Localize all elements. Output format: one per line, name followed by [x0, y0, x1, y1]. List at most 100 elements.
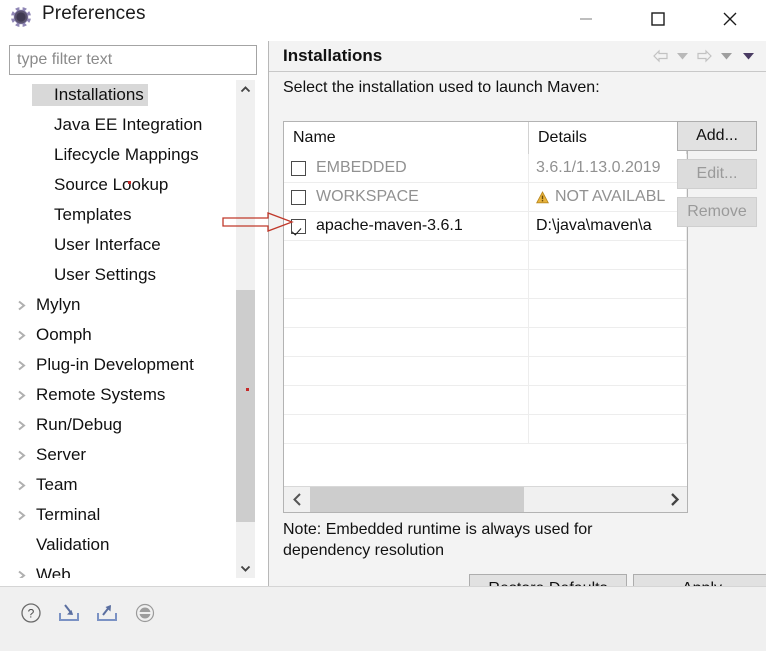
table-action-buttons: Add... Edit... Remove [677, 121, 757, 235]
sidebar-item-label: Lifecycle Mappings [54, 145, 199, 164]
table-cell-empty [529, 270, 687, 298]
edit-button: Edit... [677, 159, 757, 189]
sidebar-item-team[interactable]: Team [2, 470, 238, 500]
sidebar-item-installations[interactable]: Installations [2, 80, 238, 110]
table-row-empty [284, 299, 687, 328]
sidebar-item-lifecycle-mappings[interactable]: Lifecycle Mappings [2, 140, 238, 170]
chevron-right-icon[interactable] [10, 329, 32, 342]
circle-icon[interactable] [132, 600, 158, 626]
import-icon[interactable] [56, 600, 82, 626]
table-cell-name: WORKSPACE [284, 183, 529, 211]
back-dropdown-icon[interactable] [672, 46, 692, 66]
row-checkbox[interactable] [291, 189, 306, 205]
scroll-left-icon[interactable] [284, 487, 310, 512]
chevron-right-icon[interactable] [10, 419, 32, 432]
preferences-tree[interactable]: Installations Java EE Integration Lifecycl… [2, 80, 257, 578]
forward-dropdown-icon[interactable] [716, 46, 736, 66]
export-icon[interactable] [94, 600, 120, 626]
installation-details: 3.6.1/1.13.0.2019 [536, 159, 661, 176]
scroll-up-icon[interactable] [236, 80, 255, 99]
sidebar-item-mylyn[interactable]: Mylyn [2, 290, 238, 320]
sidebar-item-remote-systems[interactable]: Remote Systems [2, 380, 238, 410]
page-navigation [650, 46, 758, 66]
table-row-empty [284, 357, 687, 386]
table-cell-name: apache-maven-3.6.1 [284, 212, 529, 240]
hscroll-thumb[interactable] [310, 487, 524, 512]
tree-vertical-scrollbar[interactable] [236, 80, 255, 578]
chevron-right-icon[interactable] [10, 569, 32, 578]
chevron-right-icon[interactable] [10, 299, 32, 312]
chevron-right-icon[interactable] [10, 359, 32, 372]
back-arrow-icon[interactable] [650, 46, 670, 66]
installation-name: apache-maven-3.6.1 [316, 217, 463, 234]
table-cell-empty [284, 357, 529, 385]
sidebar-item-source-lookup[interactable]: Source Lookup [2, 170, 238, 200]
installation-details: NOT AVAILABL [555, 188, 666, 205]
sidebar-item-server[interactable]: Server [2, 440, 238, 470]
table-row-empty [284, 328, 687, 357]
footer-icons: ? [18, 600, 158, 626]
table-row[interactable]: apache-maven-3.6.1 D:\java\maven\a [284, 212, 687, 241]
page-description: Select the installation used to launch M… [283, 79, 600, 96]
column-header-details[interactable]: Details [529, 122, 687, 154]
sidebar-item-templates[interactable]: Templates [2, 200, 238, 230]
preferences-dialog: Preferences type filter text Installatio… [0, 0, 766, 651]
sidebar-item-label: Web [36, 565, 71, 578]
sidebar-item-user-interface[interactable]: User Interface [2, 230, 238, 260]
sidebar-item-run-debug[interactable]: Run/Debug [2, 410, 238, 440]
table-cell-empty [529, 328, 687, 356]
table-row[interactable]: EMBEDDED 3.6.1/1.13.0.2019 [284, 154, 687, 183]
sidebar-item-validation[interactable]: Validation [2, 530, 238, 560]
page-header: Installations [269, 41, 766, 72]
scroll-down-icon[interactable] [236, 559, 255, 578]
table-cell-empty [529, 415, 687, 443]
sidebar-item-web[interactable]: Web [2, 560, 238, 578]
chevron-right-icon[interactable] [10, 389, 32, 402]
table-row[interactable]: WORKSPACE NOT AVAILABL [284, 183, 687, 212]
sidebar-item-label: User Settings [54, 265, 157, 284]
sidebar-item-terminal[interactable]: Terminal [2, 500, 238, 530]
sidebar-item-plug-in-development[interactable]: Plug-in Development [2, 350, 238, 380]
installation-details: D:\java\maven\a [536, 217, 652, 234]
chevron-right-icon[interactable] [10, 449, 32, 462]
sidebar-item-label: Mylyn [36, 295, 81, 314]
chevron-right-icon[interactable] [10, 479, 32, 492]
table-cell-details: 3.6.1/1.13.0.2019 [529, 154, 687, 182]
sidebar-item-oomph[interactable]: Oomph [2, 320, 238, 350]
chevron-right-icon[interactable] [10, 509, 32, 522]
sidebar-item-label: Installations [32, 84, 148, 106]
search-input-placeholder: type filter text [17, 51, 113, 68]
scroll-right-icon[interactable] [661, 487, 687, 512]
hscroll-track[interactable] [310, 487, 661, 512]
column-header-name[interactable]: Name [284, 122, 529, 154]
scrollbar-thumb[interactable] [236, 290, 255, 522]
sidebar-item-java-ee-integration[interactable]: Java EE Integration [2, 110, 238, 140]
title-bar: Preferences [0, 0, 766, 38]
search-input[interactable]: type filter text [9, 45, 257, 75]
installation-name: WORKSPACE [316, 188, 419, 205]
row-checkbox[interactable] [291, 218, 306, 234]
page-menu-dropdown-icon[interactable] [738, 46, 758, 66]
maximize-button[interactable] [622, 0, 694, 38]
row-checkbox[interactable] [291, 160, 306, 176]
sidebar-item-label: Validation [36, 535, 110, 554]
table-cell-empty [284, 270, 529, 298]
installations-table[interactable]: Name Details EMBEDDED 3.6.1/1.13.0.2019 WO… [283, 121, 688, 513]
sidebar-item-label: Team [36, 475, 78, 494]
close-button[interactable] [694, 0, 766, 38]
sidebar-item-user-settings[interactable]: User Settings [2, 260, 238, 290]
table-cell-empty [284, 328, 529, 356]
table-cell-empty [284, 386, 529, 414]
sidebar-item-label: Oomph [36, 325, 92, 344]
table-cell-empty [529, 299, 687, 327]
warning-icon [536, 190, 549, 204]
add-button[interactable]: Add... [677, 121, 757, 151]
table-cell-empty [529, 357, 687, 385]
table-cell-empty [284, 241, 529, 269]
forward-arrow-icon[interactable] [694, 46, 714, 66]
minimize-button[interactable] [550, 0, 622, 38]
help-icon[interactable]: ? [18, 600, 44, 626]
table-horizontal-scrollbar[interactable] [284, 486, 687, 512]
page-title: Installations [283, 46, 383, 65]
sidebar-item-label: Java EE Integration [54, 115, 203, 134]
